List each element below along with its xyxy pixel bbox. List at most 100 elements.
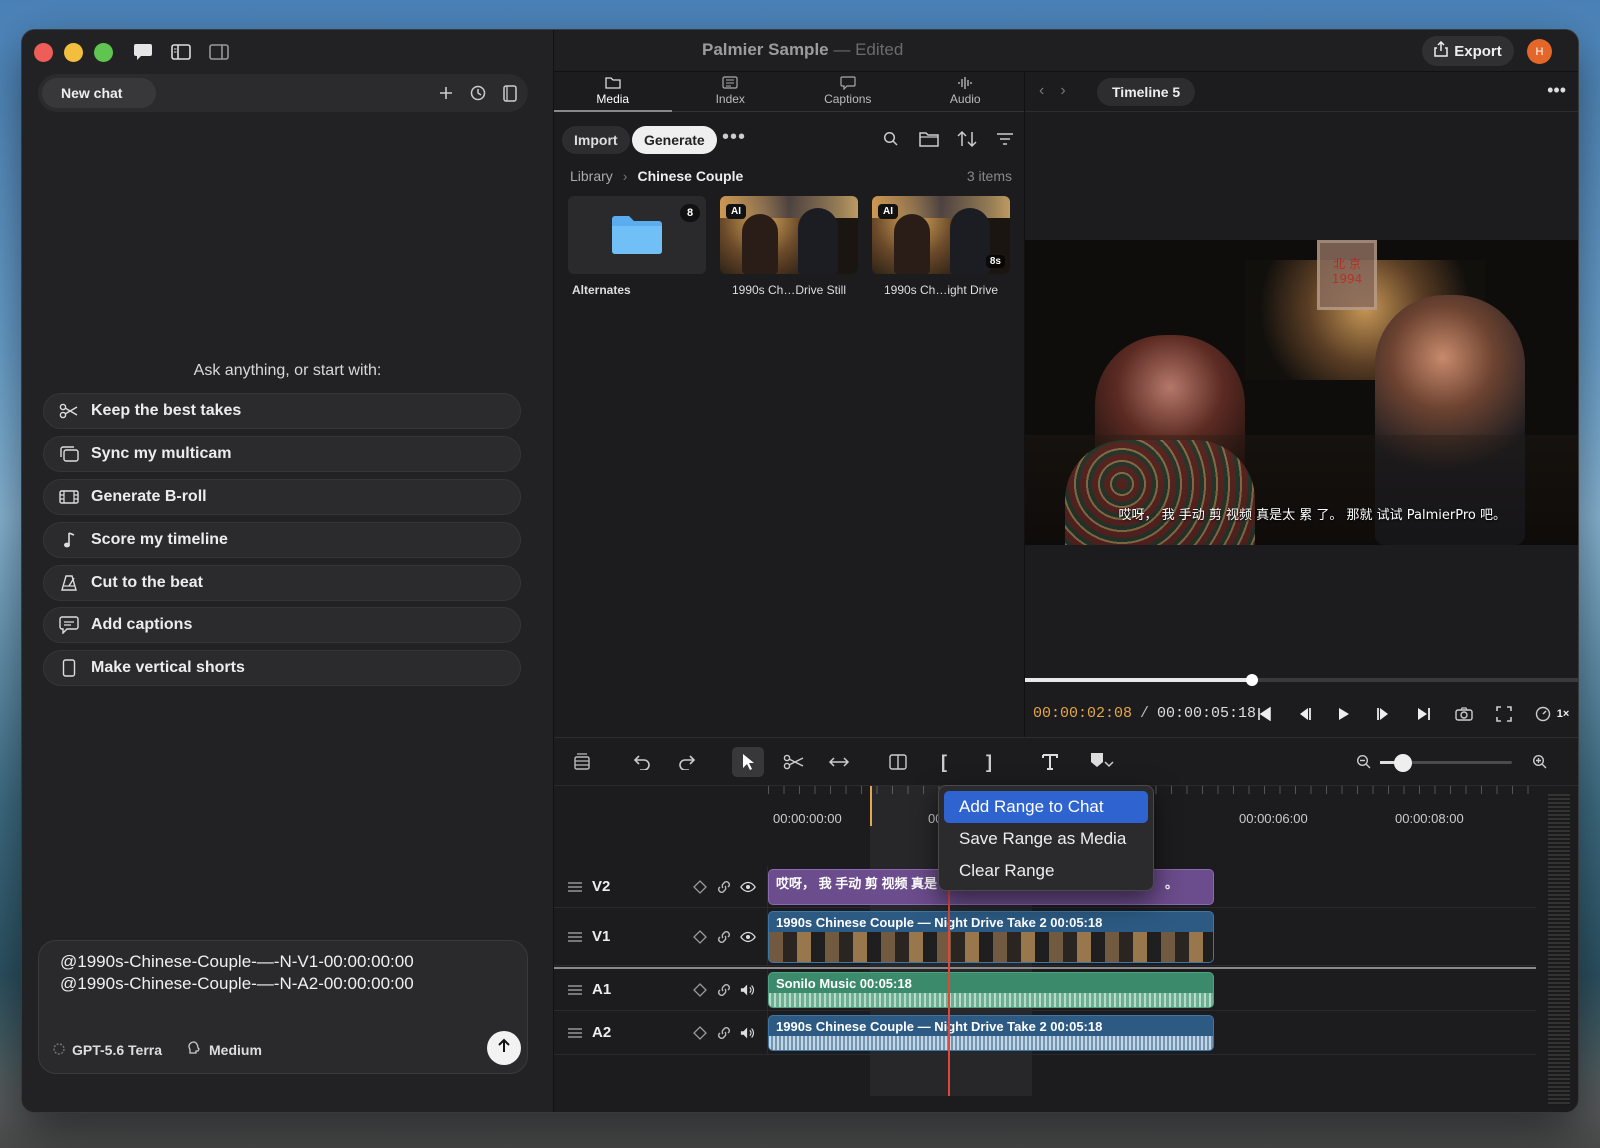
right-sidebar-icon[interactable] [208,42,230,62]
scrubber-handle[interactable] [1245,674,1258,686]
more-options-icon[interactable]: ••• [1547,80,1566,101]
avatar[interactable]: H [1527,39,1552,64]
fullscreen-icon[interactable] [1494,704,1514,724]
mark-out-icon[interactable]: ] [977,750,1001,774]
search-icon[interactable] [880,128,902,150]
suggestion-generate-broll[interactable]: Generate B-roll [43,478,521,515]
audio-clip[interactable]: 1990s Chinese Couple — Night Drive Take … [768,1015,1214,1051]
sort-icon[interactable] [956,128,978,150]
undo-icon[interactable] [630,750,654,774]
taxi-sign: 北 京 1994 [1317,240,1377,310]
link-icon[interactable] [716,980,732,1000]
media-item-video[interactable]: AI 8s 1990s Ch…ight Drive [872,196,1010,297]
chat-composer[interactable]: @1990s-Chinese-Couple-—-N-V1-00:00:00:00… [38,940,528,1074]
zoom-window-button[interactable] [94,43,113,62]
chevron-left-icon[interactable]: ‹ [1039,82,1044,100]
breadcrumb-library[interactable]: Library [570,168,613,184]
chevron-down-icon [1104,752,1114,773]
drag-handle-icon[interactable] [568,1027,582,1038]
mark-in-icon[interactable]: [ [932,750,956,774]
effort-selector[interactable]: Medium [186,1040,262,1059]
keyframe-icon[interactable] [692,877,708,897]
suggestion-add-captions[interactable]: Add captions [43,607,521,644]
music-clip[interactable]: Sonilo Music 00:05:18 [768,972,1214,1008]
drag-handle-icon[interactable] [568,931,582,942]
menu-add-range-to-chat[interactable]: Add Range to Chat [944,791,1148,823]
skip-to-end-icon[interactable] [1414,704,1434,724]
suggestion-cut-to-beat[interactable]: Cut to the beat [43,564,521,601]
menu-save-range-as-media[interactable]: Save Range as Media [944,823,1148,855]
generate-button[interactable]: Generate [632,126,717,154]
text-tool-icon[interactable] [1038,750,1062,774]
model-selector[interactable]: GPT-5.6 Terra [53,1042,162,1058]
suggestion-vertical-shorts[interactable]: Make vertical shorts [43,650,521,687]
razor-tool-icon[interactable] [782,750,806,774]
tab-captions[interactable]: Captions [789,72,907,111]
range-in-marker[interactable] [870,786,872,826]
speaker-icon[interactable] [740,1023,756,1043]
new-chat-tab[interactable]: New chat [42,78,156,108]
tab-media[interactable]: Media [554,72,672,112]
trim-tool-icon[interactable] [827,750,851,774]
play-icon[interactable] [1334,704,1354,724]
chat-actions [436,82,520,104]
video-viewer[interactable]: 北 京 1994 哎呀， 我 手动 剪 视频 真是太 累 了。 那就 试试 Pa… [1025,240,1578,545]
chat-bubble-icon[interactable] [132,42,154,62]
minimize-window-button[interactable] [64,43,83,62]
timeline-toolbar: [ ] [554,738,1578,786]
step-back-icon[interactable] [1294,704,1314,724]
suggestion-sync-multicam[interactable]: Sync my multicam [43,435,521,472]
link-icon[interactable] [716,877,732,897]
metronome-icon [58,574,80,592]
composer-input[interactable]: @1990s-Chinese-Couple-—-N-V1-00:00:00:00… [39,951,414,995]
new-folder-icon[interactable] [918,128,940,150]
speaker-icon[interactable] [740,980,756,1000]
zoom-in-icon[interactable] [1528,750,1552,774]
filter-icon[interactable] [994,128,1016,150]
suggestion-score-timeline[interactable]: Score my timeline [43,521,521,558]
suggestion-keep-best-takes[interactable]: Keep the best takes [43,393,521,429]
track-header: A1 [554,969,768,1010]
timeline-selector[interactable]: Timeline 5 [1097,78,1196,106]
history-icon[interactable] [468,82,488,104]
drag-handle-icon[interactable] [568,984,582,995]
marker-dropdown[interactable] [1082,750,1122,774]
link-icon[interactable] [716,1023,732,1043]
zoom-slider-handle[interactable] [1394,754,1412,772]
tab-audio[interactable]: Audio [907,72,1025,111]
preview-panel: ‹ › Timeline 5 ••• 北 京 1994 哎呀， 我 手动 剪 视… [1025,72,1578,737]
speed-control[interactable]: 1× [1534,704,1572,724]
select-tool-icon[interactable] [732,747,764,777]
keyframe-icon[interactable] [692,980,708,1000]
keyframe-icon[interactable] [692,1023,708,1043]
plus-icon[interactable] [436,82,456,104]
media-item-folder[interactable]: 8 Alternates [568,196,706,297]
tab-index[interactable]: Index [672,72,790,111]
step-forward-icon[interactable] [1374,704,1394,724]
more-options-icon[interactable]: ••• [722,126,746,149]
camera-icon[interactable] [1454,704,1474,724]
media-item-still[interactable]: AI 1990s Ch…Drive Still [720,196,858,297]
scrubber[interactable] [1025,674,1578,686]
eye-icon[interactable] [740,877,756,897]
send-button[interactable] [487,1031,521,1065]
redo-icon[interactable] [675,750,699,774]
eye-icon[interactable] [740,927,756,947]
zoom-slider[interactable] [1380,754,1512,772]
import-button[interactable]: Import [562,126,630,154]
left-sidebar-icon[interactable] [170,42,192,62]
notebook-icon[interactable] [500,82,520,104]
video-clip[interactable]: 1990s Chinese Couple — Night Drive Take … [768,911,1214,963]
chevron-right-icon[interactable]: › [1060,82,1065,100]
link-icon[interactable] [716,927,732,947]
keyframe-icon[interactable] [692,927,708,947]
zoom-out-icon[interactable] [1352,750,1376,774]
drag-handle-icon[interactable] [568,881,582,892]
split-view-icon[interactable] [886,750,910,774]
menu-clear-range[interactable]: Clear Range [944,855,1148,887]
export-button[interactable]: Export [1422,36,1514,66]
track-v1: V1 1990s Chinese Couple — Night Drive Ta… [554,908,1536,966]
close-window-button[interactable] [34,43,53,62]
skip-to-start-icon[interactable] [1254,704,1274,724]
storyboard-icon[interactable] [570,750,594,774]
